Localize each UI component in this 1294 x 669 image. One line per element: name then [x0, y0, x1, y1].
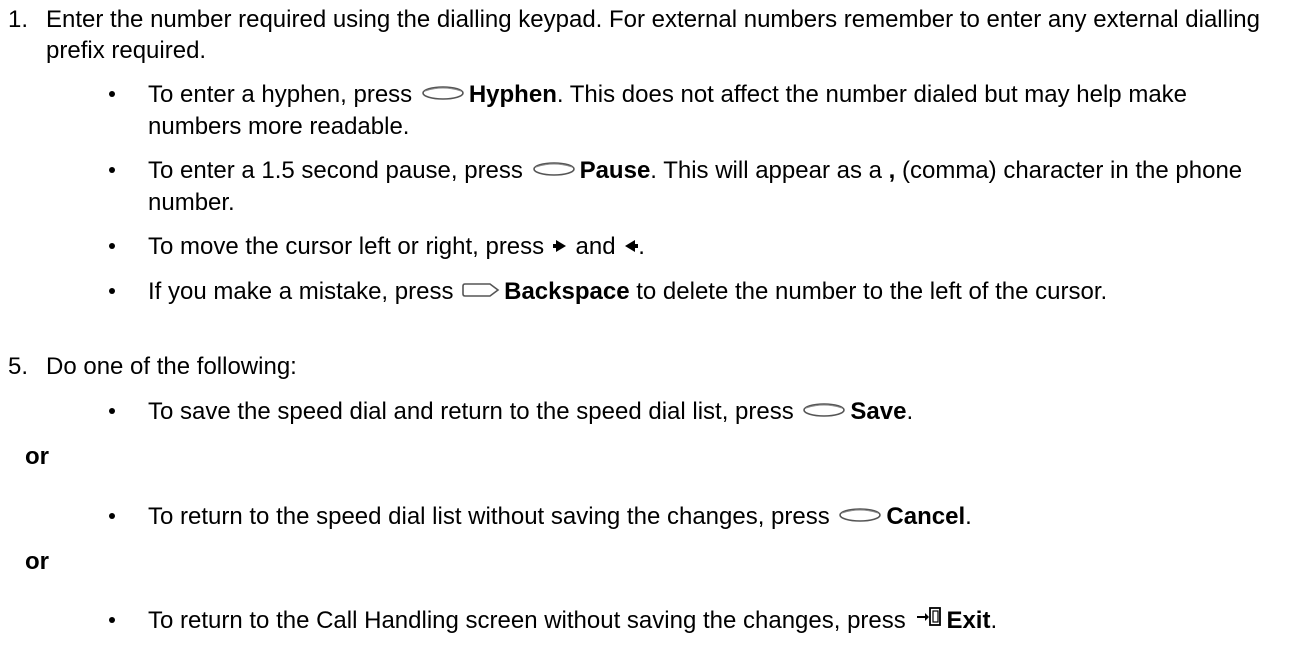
comma-char: , — [888, 157, 896, 184]
bullet-text: To enter a 1.5 second pause, press Pause… — [148, 155, 1286, 218]
hyphen-key-label: Hyphen — [468, 81, 557, 108]
backspace-key-icon — [462, 275, 500, 306]
or-separator: or — [25, 548, 49, 575]
arrow-left-icon — [624, 230, 639, 261]
bullet-dot — [109, 91, 115, 97]
bullet-dot — [109, 617, 115, 623]
oval-softkey-icon — [802, 395, 846, 426]
bullet-text: To return to the Call Handling screen wi… — [148, 605, 1286, 637]
pause-key-label: Pause — [579, 157, 651, 184]
bullet-dot — [109, 513, 115, 519]
exit-key-label: Exit — [946, 607, 991, 634]
step-text: Do one of the following: — [46, 353, 297, 380]
bullet-text: If you make a mistake, press Backspace t… — [148, 276, 1286, 308]
bullet-dot — [109, 288, 115, 294]
bullet-text: To return to the speed dial list without… — [148, 501, 1286, 533]
oval-softkey-icon — [421, 78, 465, 109]
oval-softkey-icon — [532, 154, 576, 185]
arrow-right-icon — [552, 230, 567, 261]
bullet-text: To save the speed dial and return to the… — [148, 396, 1286, 428]
step-number: 1. — [8, 6, 29, 33]
save-key-label: Save — [850, 398, 907, 425]
bullet-text: To enter a hyphen, press Hyphen. This do… — [148, 79, 1286, 142]
oval-softkey-icon — [838, 500, 882, 531]
or-separator: or — [25, 443, 49, 470]
bullet-text: To move the cursor left or right, press … — [148, 231, 1286, 263]
bullet-dot — [109, 408, 115, 414]
cancel-key-label: Cancel — [886, 503, 966, 530]
bullet-dot — [109, 167, 115, 173]
bullet-dot — [109, 243, 115, 249]
exit-door-icon — [916, 604, 942, 635]
backspace-key-label: Backspace — [504, 278, 630, 305]
step-text: Enter the number required using the dial… — [46, 6, 1260, 64]
step-number: 5. — [8, 353, 29, 380]
